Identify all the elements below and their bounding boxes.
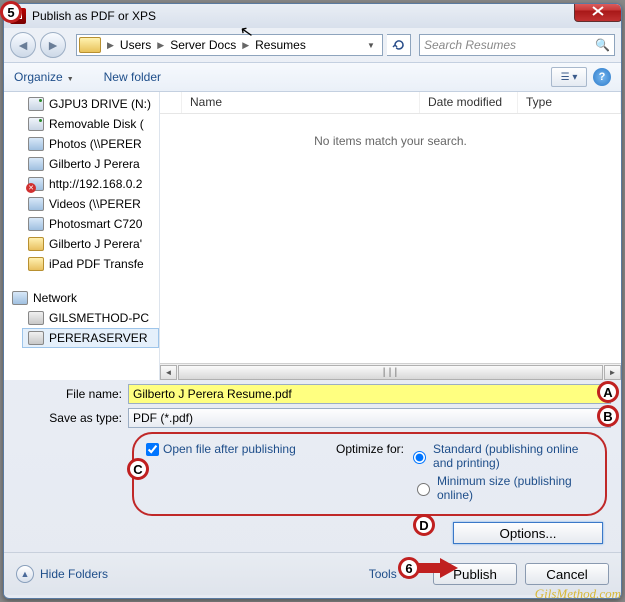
folder-icon <box>28 257 44 271</box>
optimize-minimum-radio[interactable] <box>417 477 430 502</box>
col-header-type[interactable]: Type <box>518 92 621 113</box>
network-drive-icon <box>28 157 44 171</box>
search-input[interactable]: Search Resumes 🔍 <box>419 34 615 56</box>
breadcrumb-segment[interactable]: Resumes <box>253 38 308 52</box>
optimize-minimum-label[interactable]: Minimum size (publishing online) <box>437 474 587 502</box>
drive-icon <box>28 97 44 111</box>
bottom-bar: ▲ Hide Folders Tools ▼ Publish Cancel <box>4 552 621 595</box>
file-name-input[interactable] <box>128 384 611 404</box>
computer-icon <box>28 311 44 325</box>
annotation-badge-D: D <box>413 514 435 536</box>
network-drive-icon <box>28 217 44 231</box>
column-headers: Name Date modified Type <box>160 92 621 114</box>
body-area: GJPU3 DRIVE (N:) Removable Disk ( Photos… <box>4 92 621 380</box>
form-area: File name: Save as type: PDF (*.pdf) ▼ <box>4 380 621 428</box>
dialog-window: Publish as PDF or XPS ◄ ► ▶ Users ▶ Serv… <box>3 3 622 599</box>
sidebar-item[interactable]: Photosmart C720 <box>4 214 159 234</box>
file-list: Name Date modified Type No items match y… <box>160 92 621 380</box>
network-icon <box>12 291 28 305</box>
empty-message: No items match your search. <box>160 114 621 148</box>
sidebar-item[interactable]: Removable Disk ( <box>4 114 159 134</box>
red-arrow-icon <box>418 558 460 578</box>
optimize-standard-radio[interactable] <box>413 445 426 470</box>
watermark: GilsMethod.com <box>535 586 621 602</box>
sidebar-item[interactable]: http://192.168.0.2 <box>4 174 159 194</box>
save-type-dropdown[interactable]: PDF (*.pdf) ▼ <box>128 408 611 428</box>
cancel-button[interactable]: Cancel <box>525 563 609 585</box>
navigation-bar: ◄ ► ▶ Users ▶ Server Docs ▶ Resumes ▼ Se… <box>4 28 621 62</box>
refresh-button[interactable] <box>387 34 411 56</box>
optimize-for-label: Optimize for: <box>336 442 404 470</box>
annotation-badge-6: 6 <box>398 557 420 579</box>
sidebar: GJPU3 DRIVE (N:) Removable Disk ( Photos… <box>4 92 160 380</box>
breadcrumb[interactable]: ▶ Users ▶ Server Docs ▶ Resumes ▼ <box>76 34 383 56</box>
annotation-badge-A: A <box>597 381 619 403</box>
sidebar-item[interactable]: GILSMETHOD-PC <box>4 308 159 328</box>
sidebar-item[interactable]: GJPU3 DRIVE (N:) <box>4 94 159 114</box>
network-drive-icon <box>28 197 44 211</box>
breadcrumb-segment[interactable]: Server Docs <box>168 38 238 52</box>
scroll-left-button[interactable]: ◄ <box>160 365 177 380</box>
new-folder-button[interactable]: New folder <box>104 70 161 84</box>
options-button[interactable]: Options... <box>453 522 603 544</box>
chevron-up-icon: ▲ <box>16 565 34 583</box>
back-button[interactable]: ◄ <box>10 32 36 58</box>
sidebar-item-selected[interactable]: PERERASERVER <box>22 328 159 348</box>
search-placeholder: Search Resumes <box>424 38 516 52</box>
search-icon: 🔍 <box>595 38 610 52</box>
hide-folders-button[interactable]: ▲ Hide Folders <box>16 565 108 583</box>
horizontal-scrollbar[interactable]: ◄ ┃┃┃ ► <box>160 363 621 380</box>
col-header-date[interactable]: Date modified <box>420 92 518 113</box>
scroll-thumb[interactable]: ┃┃┃ <box>178 365 603 380</box>
network-drive-icon <box>28 137 44 151</box>
breadcrumb-segment[interactable]: Users <box>118 38 153 52</box>
computer-icon <box>28 331 44 345</box>
titlebar[interactable]: Publish as PDF or XPS <box>4 4 621 28</box>
window-title: Publish as PDF or XPS <box>32 9 156 23</box>
folder-icon <box>79 37 101 53</box>
chevron-right-icon[interactable]: ▶ <box>105 40 116 51</box>
annotation-badge-5: 5 <box>0 1 22 23</box>
sidebar-item[interactable]: Gilberto J Perera <box>4 154 159 174</box>
col-header-icon[interactable] <box>160 92 182 113</box>
help-button[interactable]: ? <box>593 68 611 86</box>
sidebar-item[interactable]: Photos (\\PERER <box>4 134 159 154</box>
path-history-dropdown[interactable]: ▼ <box>362 35 380 55</box>
network-drive-error-icon <box>28 177 44 191</box>
close-button[interactable] <box>574 3 622 22</box>
save-type-label: Save as type: <box>14 411 122 425</box>
options-panel: Open file after publishing Optimize for:… <box>132 432 607 516</box>
open-after-publish-checkbox[interactable]: Open file after publishing <box>146 442 336 456</box>
forward-button[interactable]: ► <box>40 32 66 58</box>
sidebar-group-network[interactable]: Network <box>4 288 159 308</box>
sidebar-item[interactable]: Videos (\\PERER <box>4 194 159 214</box>
sidebar-item[interactable]: iPad PDF Transfe <box>4 254 159 274</box>
annotation-badge-C: C <box>127 458 149 480</box>
folder-icon <box>28 237 44 251</box>
annotation-badge-B: B <box>597 405 619 427</box>
organize-menu[interactable]: Organize▼ <box>14 70 74 84</box>
toolbar: Organize▼ New folder ☰ ▾ ? <box>4 62 621 92</box>
optimize-standard-label[interactable]: Standard (publishing online and printing… <box>433 442 583 470</box>
col-header-name[interactable]: Name <box>182 92 420 113</box>
view-mode-button[interactable]: ☰ ▾ <box>551 67 587 87</box>
checkbox-input[interactable] <box>146 443 159 456</box>
chevron-right-icon[interactable]: ▶ <box>155 40 166 51</box>
drive-icon <box>28 117 44 131</box>
chevron-down-icon: ▼ <box>67 76 74 83</box>
scroll-right-button[interactable]: ► <box>604 365 621 380</box>
file-name-label: File name: <box>14 387 122 401</box>
save-type-value: PDF (*.pdf) <box>133 411 193 425</box>
sidebar-item[interactable]: Gilberto J Perera' <box>4 234 159 254</box>
